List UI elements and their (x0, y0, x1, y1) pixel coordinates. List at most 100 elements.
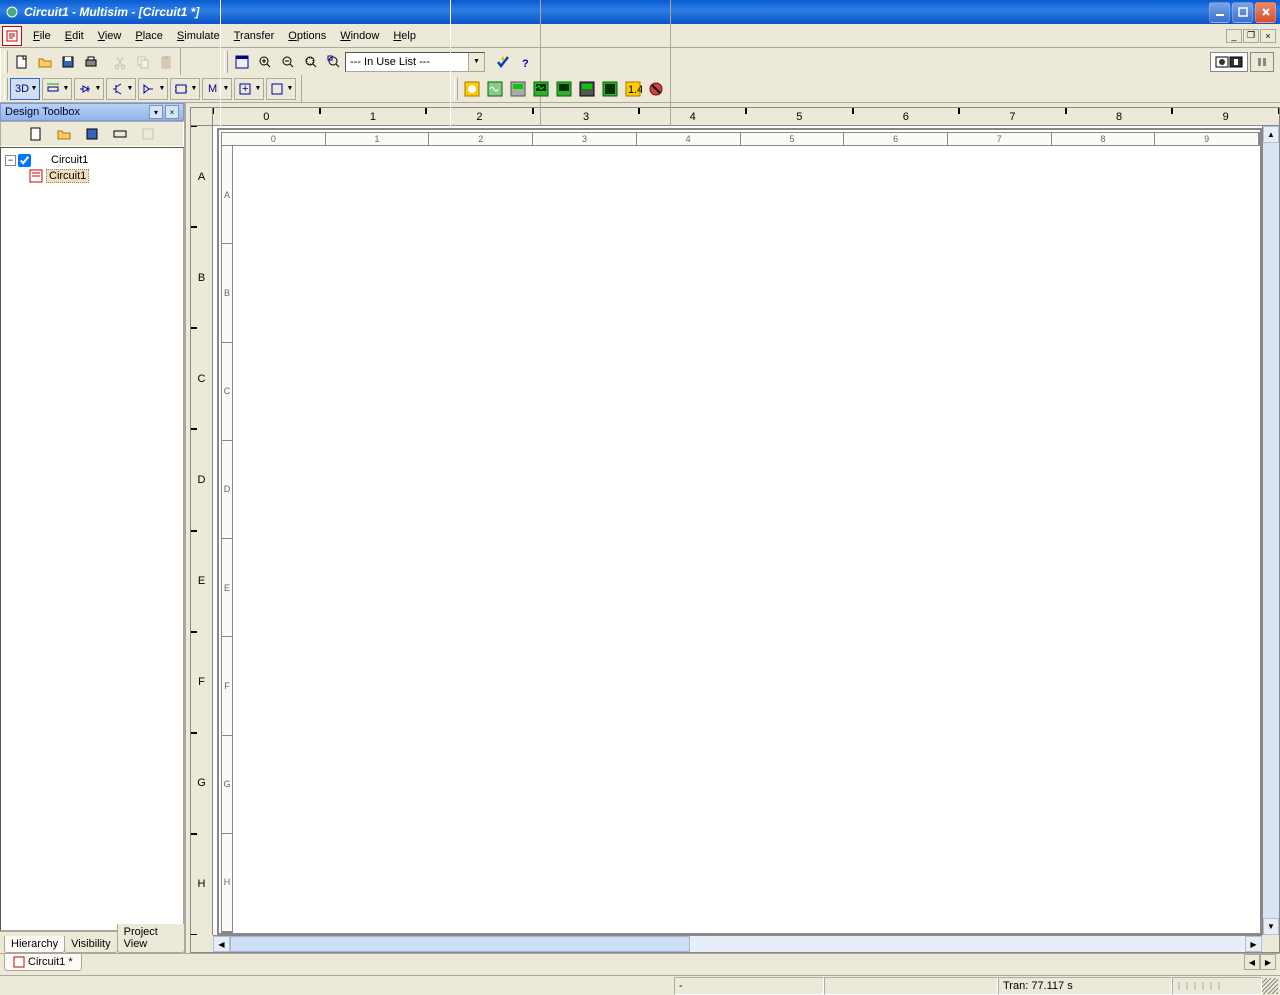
simulation-switch[interactable] (1210, 52, 1280, 72)
sheet-row-label: D (222, 441, 232, 539)
ruler-row: B (191, 227, 212, 328)
word-gen-instrument-button[interactable] (598, 78, 621, 100)
tree-child-item[interactable]: Circuit1 (5, 168, 179, 184)
zoom-fit-button[interactable] (322, 51, 345, 73)
analog-component-button[interactable]: ▼ (138, 78, 168, 100)
run-switch-icon[interactable] (1210, 52, 1248, 72)
design-tree[interactable]: − Circuit1 Circuit1 (0, 147, 184, 931)
new-file-button[interactable] (10, 51, 33, 73)
freq-counter-instrument-button[interactable] (575, 78, 598, 100)
paste-button[interactable] (154, 51, 177, 73)
new-sheet-button[interactable] (25, 124, 47, 144)
transistor-component-button[interactable]: ▼ (106, 78, 136, 100)
tree-item-label: Circuit1 (51, 154, 88, 166)
delete-sheet-button[interactable] (137, 124, 159, 144)
document-icon[interactable] (2, 26, 22, 46)
menu-place[interactable]: Place (128, 27, 170, 45)
multimeter-instrument-button[interactable] (460, 78, 483, 100)
sheet-row-label: A (222, 146, 232, 244)
oscilloscope-instrument-button[interactable] (529, 78, 552, 100)
source-component-button[interactable]: 3D▼ (10, 78, 40, 100)
sheet-col-label: 6 (844, 133, 948, 145)
function-gen-instrument-button[interactable] (483, 78, 506, 100)
status-simulation: Tran: 77.117 s (998, 977, 1172, 995)
tab-scroll-right-button[interactable]: ▶ (1260, 954, 1276, 970)
tree-root-item[interactable]: − Circuit1 (5, 152, 179, 168)
close-button[interactable] (1255, 2, 1276, 23)
ruler-row: G (191, 733, 212, 834)
bode-plotter-instrument-button[interactable] (552, 78, 575, 100)
menu-simulate[interactable]: Simulate (170, 27, 227, 45)
panel-titlebar[interactable]: Design Toolbox ▾ × (0, 103, 184, 121)
tree-item-label: Circuit1 (46, 169, 89, 183)
horizontal-ruler: 0123456789 (191, 108, 1279, 126)
collapse-icon[interactable]: − (5, 155, 16, 166)
tree-checkbox[interactable] (18, 154, 31, 167)
tab-hierarchy[interactable]: Hierarchy (4, 936, 65, 953)
open-file-button[interactable] (33, 51, 56, 73)
scrollbar-thumb[interactable] (230, 936, 690, 952)
sheet-row-label: G (222, 736, 232, 834)
resize-grip[interactable] (1262, 978, 1278, 994)
ruler-col: 3 (533, 108, 640, 125)
mdi-close-button[interactable]: × (1260, 29, 1276, 43)
sheet-row-label: B (222, 244, 232, 342)
maximize-button[interactable] (1232, 2, 1253, 23)
mdi-minimize-button[interactable]: _ (1226, 29, 1242, 43)
sheet-row-label: E (222, 539, 232, 637)
ttl-component-button[interactable]: ▼ (170, 78, 200, 100)
sheet-row-label: C (222, 343, 232, 441)
tab-label: Circuit1 * (28, 956, 73, 968)
vertical-scrollbar[interactable]: ▲ ▼ (1262, 126, 1279, 935)
full-screen-button[interactable] (230, 51, 253, 73)
print-button[interactable] (79, 51, 102, 73)
zoom-out-button[interactable] (276, 51, 299, 73)
cut-button[interactable] (108, 51, 131, 73)
panel-tabs: Hierarchy Visibility Project View (0, 931, 184, 953)
ruler-col: 4 (639, 108, 746, 125)
tab-project-view[interactable]: Project View (117, 924, 185, 953)
open-sheet-button[interactable] (53, 124, 75, 144)
ruler-col: 0 (213, 108, 320, 125)
ruler-col: 6 (853, 108, 960, 125)
menu-view[interactable]: View (91, 27, 129, 45)
document-tabs: Circuit1 * ◀ ▶ (0, 953, 1280, 975)
tab-visibility[interactable]: Visibility (64, 936, 118, 953)
wattmeter-instrument-button[interactable] (506, 78, 529, 100)
schematic-canvas[interactable]: 0123456789 ABCDEFGH (213, 126, 1262, 935)
sheet-border-left: ABCDEFGH (221, 146, 233, 933)
app-icon (4, 4, 20, 20)
basic-component-button[interactable]: ▼ (42, 78, 72, 100)
save-sheet-button[interactable] (81, 124, 103, 144)
mdi-restore-button[interactable]: ❐ (1243, 29, 1259, 43)
panel-close-button[interactable]: × (165, 105, 179, 119)
logic-converter-instrument-button[interactable] (644, 78, 667, 100)
menu-file[interactable]: File (26, 27, 58, 45)
ruler-row: E (191, 531, 212, 632)
pause-button[interactable] (1250, 52, 1274, 72)
schematic-canvas-area: 0123456789 ABCDEFGH 0123456789 ABCDEFGH … (186, 103, 1280, 953)
minimize-button[interactable] (1209, 2, 1230, 23)
scroll-down-button[interactable]: ▼ (1263, 918, 1279, 935)
scroll-left-button[interactable]: ◀ (213, 936, 230, 952)
zoom-area-button[interactable] (299, 51, 322, 73)
sheet-col-label: 8 (1052, 133, 1156, 145)
logic-analyzer-instrument-button[interactable]: 1.4V (621, 78, 644, 100)
scroll-up-button[interactable]: ▲ (1263, 126, 1279, 143)
ruler-col: 1 (320, 108, 427, 125)
sheet-col-label: 4 (637, 133, 741, 145)
menu-edit[interactable]: Edit (58, 27, 91, 45)
circuit-icon (34, 153, 48, 167)
scroll-right-button[interactable]: ▶ (1245, 936, 1262, 952)
zoom-in-button[interactable] (253, 51, 276, 73)
panel-menu-button[interactable]: ▾ (149, 105, 163, 119)
copy-button[interactable] (131, 51, 154, 73)
ruler-row: D (191, 429, 212, 530)
horizontal-scrollbar[interactable]: ◀ ▶ (213, 935, 1262, 952)
rename-sheet-button[interactable] (109, 124, 131, 144)
tab-circuit1[interactable]: Circuit1 * (4, 954, 82, 971)
svg-text:3D: 3D (15, 83, 29, 95)
save-button[interactable] (56, 51, 79, 73)
diode-component-button[interactable]: ▼ (74, 78, 104, 100)
tab-scroll-left-button[interactable]: ◀ (1244, 954, 1260, 970)
